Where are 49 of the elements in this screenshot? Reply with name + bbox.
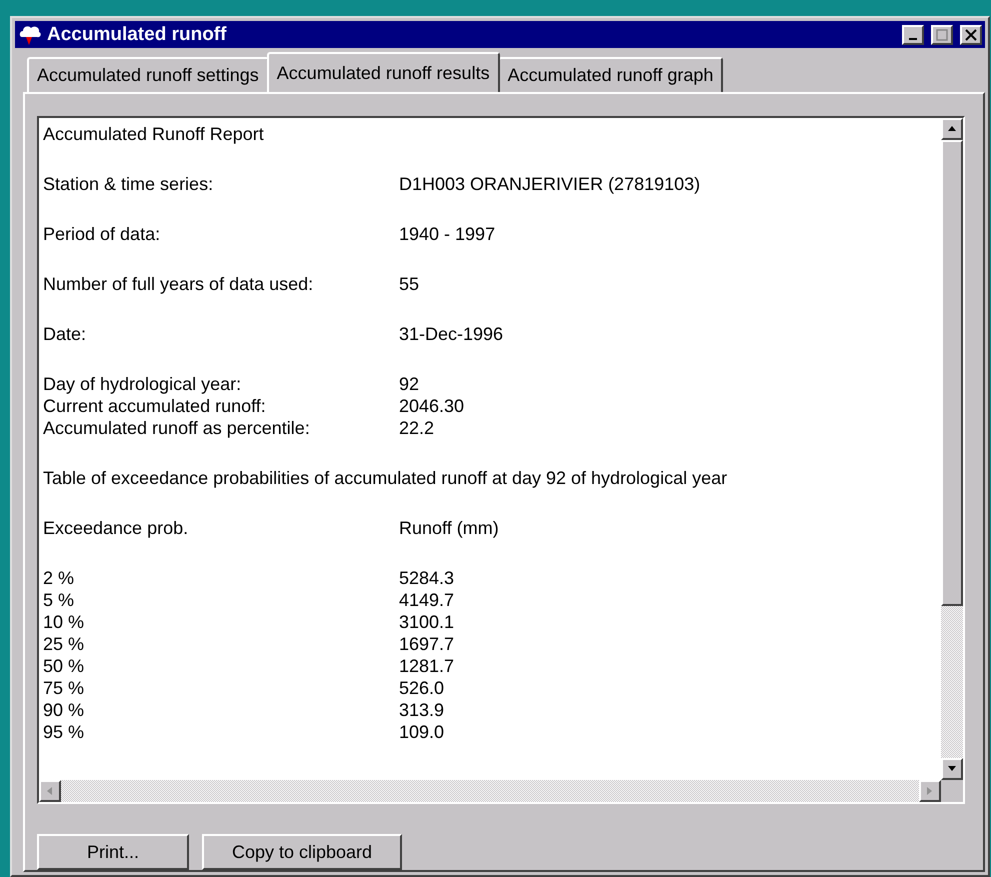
report-value: 31-Dec-1996 (399, 324, 504, 344)
report-value: 1697.7 (399, 634, 454, 654)
vertical-scrollbar[interactable] (941, 118, 963, 780)
maximize-icon (936, 28, 948, 40)
scrollbar-corner (941, 780, 963, 802)
horizontal-scrollbar[interactable] (39, 780, 941, 802)
copy-button[interactable]: Copy to clipboard (202, 834, 402, 870)
report-label: Date: (43, 324, 88, 344)
report-label: Number of full years of data used: (43, 274, 314, 294)
report-label: Day of hydrological year: (43, 374, 242, 394)
report-label: 95 % (43, 722, 86, 742)
tab[interactable]: Accumulated runoff graph (498, 57, 724, 92)
report-label: 10 % (43, 612, 86, 632)
report-label: 2 % (43, 568, 76, 588)
report-value: 1940 - 1997 (399, 224, 496, 244)
report-label: 75 % (43, 678, 86, 698)
report-text: Table of exceedance probabilities of accumulated runoff at day 92 of hydrological year (43, 468, 728, 488)
report-value: 55 (399, 274, 420, 294)
report-value: 526.0 (399, 678, 444, 698)
report-value: 92 (399, 374, 420, 394)
report-value: 22.2 (399, 418, 434, 438)
report-label: Accumulated runoff as percentile: (43, 418, 311, 438)
minimize-button[interactable] (902, 24, 924, 44)
report-value: 5284.3 (399, 568, 454, 588)
report-value: 109.0 (399, 722, 444, 742)
report-label: Current accumulated runoff: (43, 396, 267, 416)
report-label: Station & time series: (43, 174, 214, 194)
report-label: 5 % (43, 590, 76, 610)
report-value: D1H003 ORANJERIVIER (27819103) (399, 174, 700, 194)
report-value: 1281.7 (399, 656, 454, 676)
report-value: 2046.30 (399, 396, 464, 416)
print-button[interactable]: Print... (37, 834, 189, 870)
report-label: 90 % (43, 700, 86, 720)
report-value: Runoff (mm) (399, 518, 499, 538)
report-value: 4149.7 (399, 590, 454, 610)
report-value: 3100.1 (399, 612, 454, 632)
report-label: Period of data: (43, 224, 162, 244)
report-value: 313.9 (399, 700, 444, 720)
close-button[interactable] (960, 24, 982, 44)
report-text: Accumulated Runoff Report (43, 124, 264, 144)
tab[interactable]: Accumulated runoff settings (27, 57, 269, 92)
minimize-icon (909, 38, 917, 40)
close-icon (965, 28, 977, 40)
report-label: Exceedance prob. (43, 518, 190, 538)
report-label: 25 % (43, 634, 86, 654)
report-label: 50 % (43, 656, 86, 676)
tab[interactable]: Accumulated runoff results (266, 52, 500, 92)
window-title: Accumulated runoff (47, 24, 228, 46)
maximize-button[interactable] (931, 24, 953, 44)
